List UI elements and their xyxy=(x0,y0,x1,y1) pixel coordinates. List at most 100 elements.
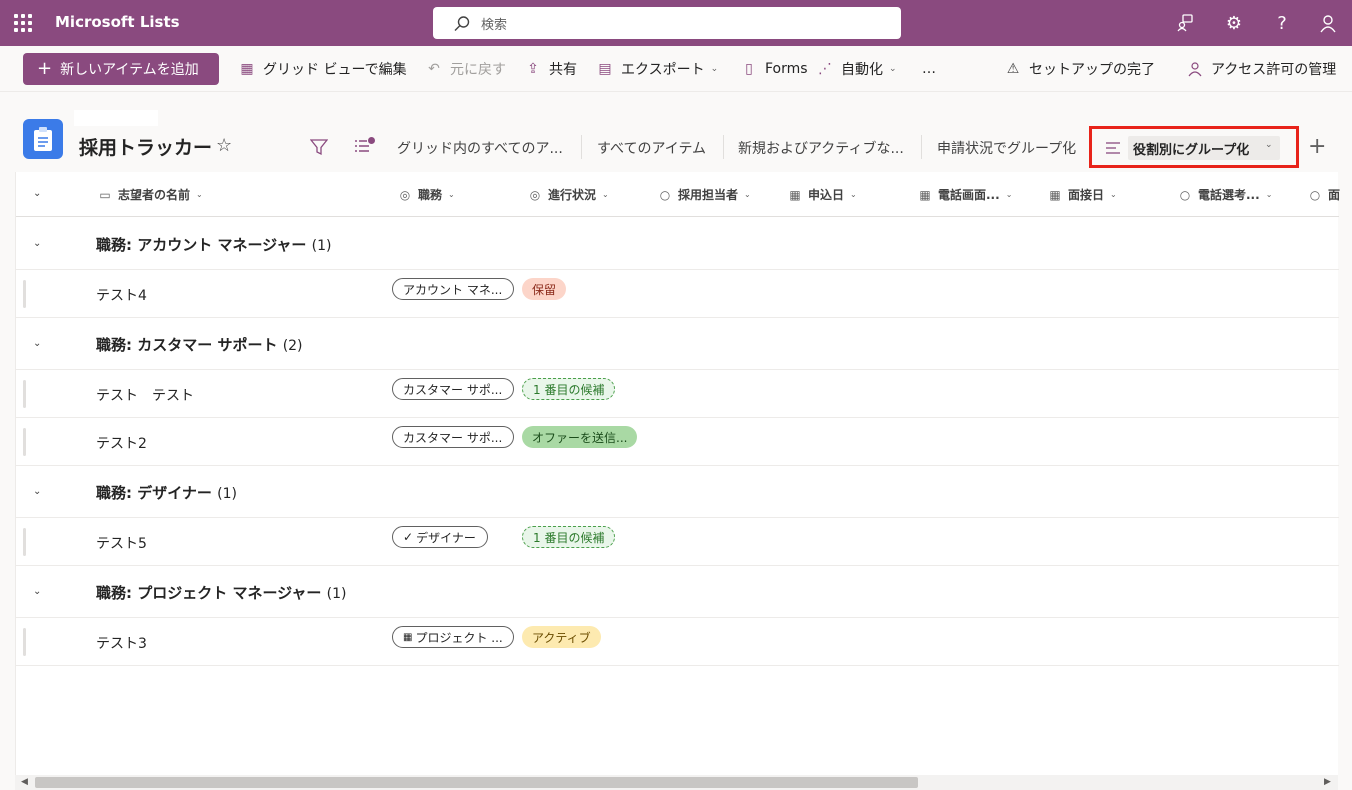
column-label: 面 xyxy=(1328,188,1341,202)
chevron-down-icon[interactable]: ⌄ xyxy=(33,586,41,597)
more-actions-button[interactable]: … xyxy=(922,59,936,79)
command-bar: + 新しいアイテムを追加 ▦ グリッド ビューで編集 ↶ 元に戻す ⇪ 共有 ▤… xyxy=(0,46,1352,92)
chevron-down-icon: ⌄ xyxy=(1265,190,1273,199)
row-select-bar[interactable] xyxy=(23,280,26,308)
column-header-interview-date[interactable]: ▦ 面接日 ⌄ xyxy=(1048,186,1117,203)
row-select-bar[interactable] xyxy=(23,428,26,456)
group-title: 職務: アカウント マネージャー xyxy=(96,236,307,254)
group-header[interactable]: ⌄ 職務: デザイナー (1) xyxy=(16,466,1339,518)
chevron-down-icon[interactable]: ⌄ xyxy=(33,238,41,249)
person-icon: ○ xyxy=(1179,187,1191,202)
table-row[interactable]: テスト3 ▦ プロジェクト ... アクティブ xyxy=(16,618,1339,666)
scroll-left-arrow-icon[interactable]: ◀ xyxy=(21,777,28,787)
scrollbar-thumb[interactable] xyxy=(35,777,918,788)
group-header[interactable]: ⌄ 職務: アカウント マネージャー (1) xyxy=(16,218,1339,270)
chevron-down-icon: ⌄ xyxy=(850,190,857,199)
row-select-bar[interactable] xyxy=(23,628,26,656)
collapse-all-chevron-icon[interactable]: ⌄ xyxy=(33,188,41,199)
app-launcher-icon[interactable] xyxy=(14,14,32,32)
horizontal-scrollbar[interactable]: ◀ ▶ xyxy=(15,775,1338,790)
tab-view-grid-all[interactable]: グリッド内のすべてのア... xyxy=(397,138,563,158)
group-count: (1) xyxy=(311,238,332,254)
person-icon: ○ xyxy=(1309,187,1321,202)
choice-icon: ◎ xyxy=(399,187,411,202)
plus-icon: + xyxy=(37,58,53,79)
column-header-role[interactable]: ◎ 職務 ⌄ xyxy=(398,186,455,203)
group-title: 職務: カスタマー サポート xyxy=(96,336,278,354)
undo-button[interactable]: ↶ 元に戻す xyxy=(425,59,506,79)
applicant-name[interactable]: テスト テスト xyxy=(96,385,194,405)
applicant-name[interactable]: テスト5 xyxy=(96,533,147,553)
new-item-button[interactable]: + 新しいアイテムを追加 xyxy=(23,53,219,85)
scroll-right-arrow-icon[interactable]: ▶ xyxy=(1324,777,1331,787)
table-row[interactable]: テスト2 カスタマー サポ... オファーを送信... xyxy=(16,418,1339,466)
column-header-recruiter[interactable]: ○ 採用担当者 ⌄ xyxy=(658,186,751,203)
column-header-apply-date[interactable]: ▦ 申込日 ⌄ xyxy=(788,186,857,203)
filter-icon[interactable] xyxy=(310,138,328,156)
grid-icon: ▦ xyxy=(240,61,254,77)
column-header-progress[interactable]: ◎ 進行状況 ⌄ xyxy=(528,186,609,203)
status-pill: 1 番目の候補 xyxy=(522,526,616,548)
tab-view-new-active[interactable]: 新規およびアクティブな... xyxy=(738,138,904,158)
export-button[interactable]: ▤ エクスポート ⌄ xyxy=(596,59,718,79)
applicant-name[interactable]: テスト4 xyxy=(96,285,147,305)
group-label: 職務: デザイナー (1) xyxy=(96,482,237,503)
table-row[interactable]: テスト5 ✓ デザイナー 1 番目の候補 xyxy=(16,518,1339,566)
column-label: 面接日 xyxy=(1068,188,1105,202)
view-options-badge xyxy=(368,137,375,144)
favorite-star-icon[interactable]: ☆ xyxy=(216,135,232,156)
tab-divider xyxy=(581,135,582,159)
settings-gear-icon[interactable]: ⚙ xyxy=(1223,12,1245,34)
share-feedback-icon[interactable] xyxy=(1175,12,1197,34)
group-count: (2) xyxy=(282,338,303,354)
group-header[interactable]: ⌄ 職務: プロジェクト マネージャー (1) xyxy=(16,566,1339,618)
table-row[interactable]: テスト4 アカウント マネ... 保留 xyxy=(16,270,1339,318)
row-select-bar[interactable] xyxy=(23,528,26,556)
automate-button[interactable]: ⋰ 自動化 ⌄ xyxy=(816,59,897,79)
status-pill: 保留 xyxy=(522,278,567,300)
column-header-phone-screener[interactable]: ○ 電話選考... ⌄ xyxy=(1178,186,1273,203)
setup-complete-button[interactable]: ⚠ セットアップの完了 xyxy=(1004,59,1155,79)
list-title: 採用トラッカー xyxy=(79,137,213,159)
group-header[interactable]: ⌄ 職務: カスタマー サポート (2) xyxy=(16,318,1339,370)
applicant-name[interactable]: テスト2 xyxy=(96,433,147,453)
forms-icon: ▯ xyxy=(745,61,753,77)
column-header-name[interactable]: ▭ 志望者の名前 ⌄ xyxy=(98,186,202,203)
group-label: 職務: カスタマー サポート (2) xyxy=(96,334,303,355)
search-box[interactable]: 検索 xyxy=(433,7,901,39)
applicant-name[interactable]: テスト3 xyxy=(96,633,147,653)
forms-button[interactable]: ▯ Forms xyxy=(740,59,808,79)
column-header-phone-screen[interactable]: ▦ 電話画面... ⌄ xyxy=(918,186,1012,203)
calendar-icon: ▦ xyxy=(919,187,931,202)
list-clipboard-icon xyxy=(23,119,63,159)
chevron-down-icon: ⌄ xyxy=(602,190,609,199)
role-pill: カスタマー サポ... xyxy=(392,426,514,448)
chevron-down-icon[interactable]: ⌄ xyxy=(33,486,41,497)
search-input[interactable]: 検索 xyxy=(481,14,507,33)
grid-edit-button[interactable]: ▦ グリッド ビューで編集 xyxy=(238,59,406,79)
tab-divider xyxy=(723,135,724,159)
role-pill-label: プロジェクト ... xyxy=(415,630,503,645)
chevron-down-icon[interactable]: ⌄ xyxy=(33,338,41,349)
automate-label: 自動化 xyxy=(841,62,883,78)
calendar-icon: ▦ xyxy=(403,631,413,643)
column-header-interviewer[interactable]: ○ 面 xyxy=(1308,186,1340,203)
add-view-button[interactable]: + xyxy=(1308,134,1326,159)
list-grid: ⌄ ▭ 志望者の名前 ⌄ ◎ 職務 ⌄ ◎ 進行状況 ⌄ ○ 採用担当者 ⌄ ▦ 申込日 ⌄ ▦ 電話… xyxy=(15,172,1340,775)
setup-complete-label: セットアップの完了 xyxy=(1029,62,1155,78)
account-avatar-icon[interactable] xyxy=(1317,12,1339,34)
undo-label: 元に戻す xyxy=(450,62,506,78)
row-select-bar[interactable] xyxy=(23,380,26,408)
chevron-down-icon: ⌄ xyxy=(1110,190,1117,199)
table-row[interactable]: テスト テスト カスタマー サポ... 1 番目の候補 xyxy=(16,370,1339,418)
excel-icon: ▤ xyxy=(598,61,612,77)
manage-access-button[interactable]: アクセス許可の管理 xyxy=(1186,59,1336,79)
app-title[interactable]: Microsoft Lists xyxy=(55,13,180,31)
tab-view-group-status[interactable]: 申請状況でグループ化 xyxy=(937,138,1076,158)
more-icon: … xyxy=(922,61,936,77)
help-icon[interactable]: ? xyxy=(1271,12,1293,34)
share-button[interactable]: ⇪ 共有 xyxy=(524,59,577,79)
tab-view-all-items[interactable]: すべてのアイテム xyxy=(597,138,706,158)
column-label: 志望者の名前 xyxy=(118,188,191,202)
forms-label: Forms xyxy=(765,61,808,77)
